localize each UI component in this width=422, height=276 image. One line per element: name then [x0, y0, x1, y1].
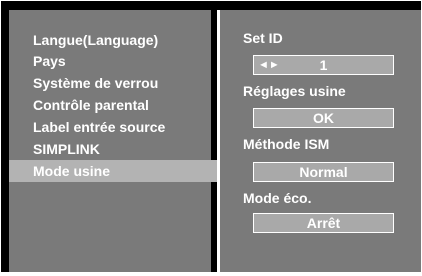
set-id-selector[interactable]: ◄► 1 [253, 55, 394, 75]
left-right-arrows-icon[interactable]: ◄► [258, 58, 280, 72]
menu-item-language[interactable]: Langue(Language) [9, 31, 211, 50]
menu-item-label: Système de verrou [33, 75, 159, 91]
eco-mode-value: Arrêt [306, 215, 341, 231]
tv-screen: Langue(Language) Pays Système de verrou … [0, 0, 422, 276]
menu-item-label: SIMPLINK [33, 141, 100, 157]
menu-item-label: Langue(Language) [33, 32, 159, 48]
menu-item-factory-mode[interactable]: Mode usine [9, 160, 227, 182]
eco-mode-selector[interactable]: Arrêt [253, 213, 394, 233]
menu-item-label: Pays [33, 53, 66, 69]
menu-pane: Langue(Language) Pays Système de verrou … [9, 10, 227, 272]
osd-menu: Langue(Language) Pays Système de verrou … [1, 1, 421, 272]
menu-item-label: Contrôle parental [33, 97, 149, 113]
menu-item-country[interactable]: Pays [9, 50, 211, 72]
eco-mode-title: Mode éco. [243, 190, 312, 206]
settings-menu: Langue(Language) Pays Système de verrou … [9, 31, 227, 182]
menu-item-simplink[interactable]: SIMPLINK [9, 138, 211, 160]
set-id-title: Set ID [243, 30, 283, 46]
menu-item-input-label[interactable]: Label entrée source [9, 116, 211, 138]
set-id-value: 1 [319, 57, 328, 73]
factory-reset-title: Réglages usine [243, 83, 346, 99]
factory-reset-button[interactable]: OK [253, 108, 394, 128]
factory-reset-value: OK [313, 110, 334, 126]
options-pane: Set ID ◄► 1 Réglages usine OK Méthode IS… [220, 10, 421, 272]
menu-item-label: Label entrée source [33, 119, 166, 135]
menu-item-parental-control[interactable]: Contrôle parental [9, 94, 211, 116]
menu-item-lock-system[interactable]: Système de verrou [9, 72, 211, 94]
menu-item-label: Mode usine [33, 163, 111, 179]
ism-method-selector[interactable]: Normal [253, 162, 394, 182]
ism-method-title: Méthode ISM [243, 136, 330, 152]
ism-method-value: Normal [299, 164, 348, 180]
